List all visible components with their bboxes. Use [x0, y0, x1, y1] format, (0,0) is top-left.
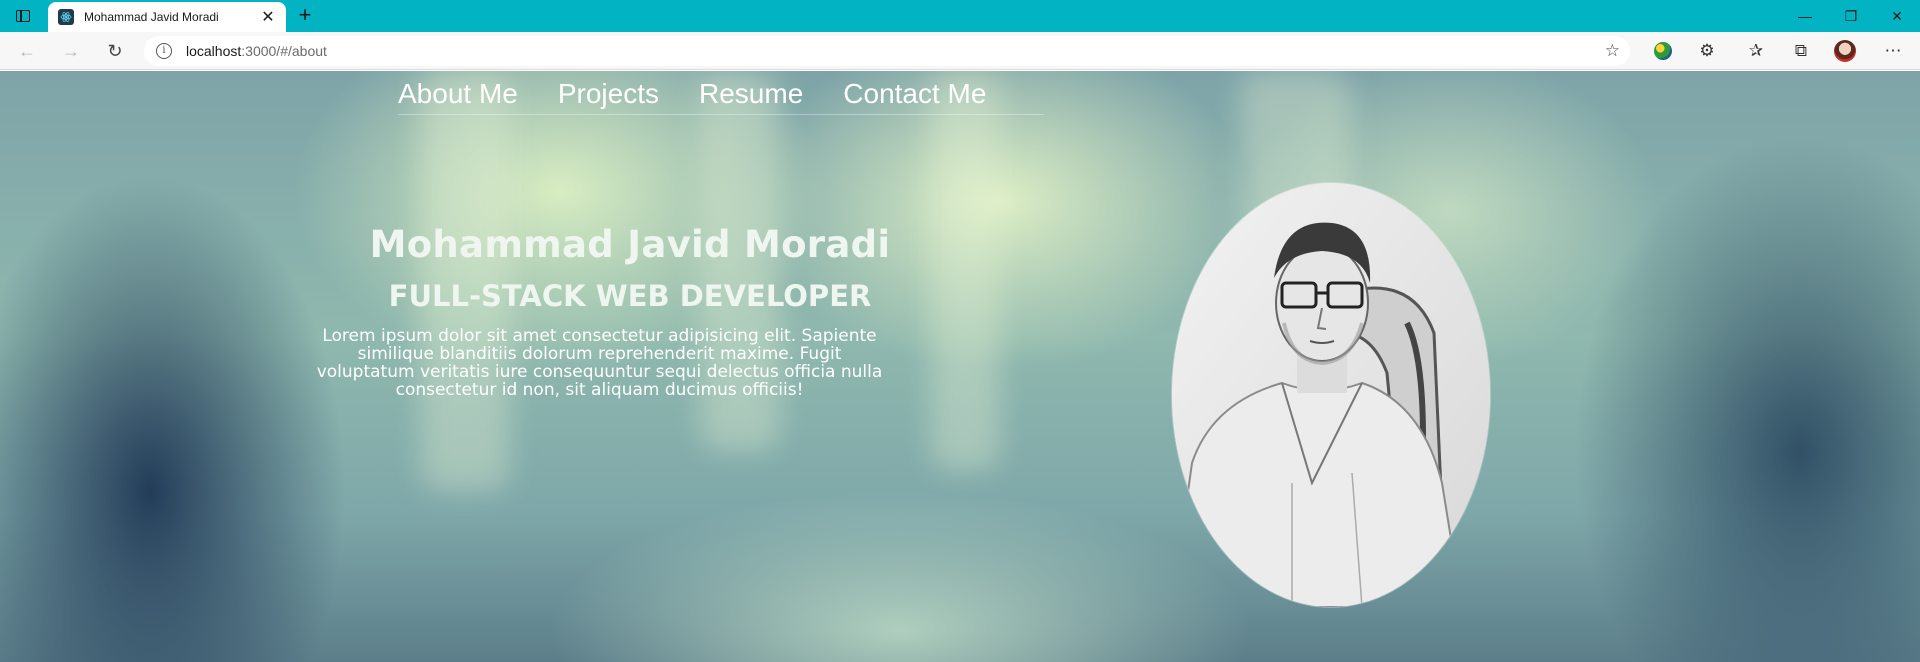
favorites-icon[interactable]: ✰ [1741, 37, 1771, 65]
profile-avatar-icon[interactable] [1830, 37, 1860, 65]
tab-title: Mohammad Javid Moradi [84, 10, 219, 24]
url-host: localhost [186, 43, 242, 59]
address-bar[interactable]: i localhost:3000/#/about ☆ [144, 36, 1630, 66]
profile-photo [1172, 183, 1490, 607]
browser-toolbar: ← → ↻ i localhost:3000/#/about ☆ ⚙ ✰ ⧉ ⋯ [0, 32, 1920, 70]
browser-tab[interactable]: Mohammad Javid Moradi ✕ [48, 2, 286, 32]
page-background: About Me Projects Resume Contact Me Moha… [0, 71, 1920, 662]
close-icon[interactable]: ✕ [260, 7, 276, 27]
collections-icon[interactable]: ⧉ [1786, 37, 1816, 65]
main-nav: About Me Projects Resume Contact Me [398, 79, 1044, 115]
window-close-icon[interactable]: ✕ [1874, 0, 1920, 32]
reload-icon[interactable]: ↻ [100, 37, 130, 65]
hero-description: Lorem ipsum dolor sit amet consectetur a… [316, 326, 883, 400]
nav-resume[interactable]: Resume [699, 79, 843, 114]
nav-contact-me[interactable]: Contact Me [843, 79, 1026, 114]
restore-icon[interactable]: ❐ [1828, 0, 1874, 32]
minimize-icon[interactable]: — [1782, 0, 1828, 32]
hero-role: FULL-STACK WEB DEVELOPER [388, 279, 872, 313]
star-add-icon[interactable]: ☆ [1605, 41, 1620, 61]
browser-titlebar: Mohammad Javid Moradi ✕ + — ❐ ✕ [0, 0, 1920, 32]
more-menu-icon[interactable]: ⋯ [1878, 37, 1908, 65]
hero-name: Mohammad Javid Moradi [369, 223, 891, 266]
react-icon [58, 9, 74, 25]
info-icon[interactable]: i [156, 43, 172, 59]
window-menu-icon[interactable] [8, 4, 38, 28]
url-path: :3000/#/about [241, 43, 327, 59]
globe-extension-icon[interactable] [1648, 37, 1678, 65]
puzzle-icon[interactable]: ⚙ [1692, 37, 1722, 65]
forward-arrow-icon[interactable]: → [56, 37, 86, 65]
back-arrow-icon[interactable]: ← [12, 37, 42, 65]
nav-projects[interactable]: Projects [558, 79, 699, 114]
plus-icon[interactable]: + [292, 4, 318, 28]
nav-about-me[interactable]: About Me [398, 79, 558, 114]
background-blur [930, 71, 1000, 471]
